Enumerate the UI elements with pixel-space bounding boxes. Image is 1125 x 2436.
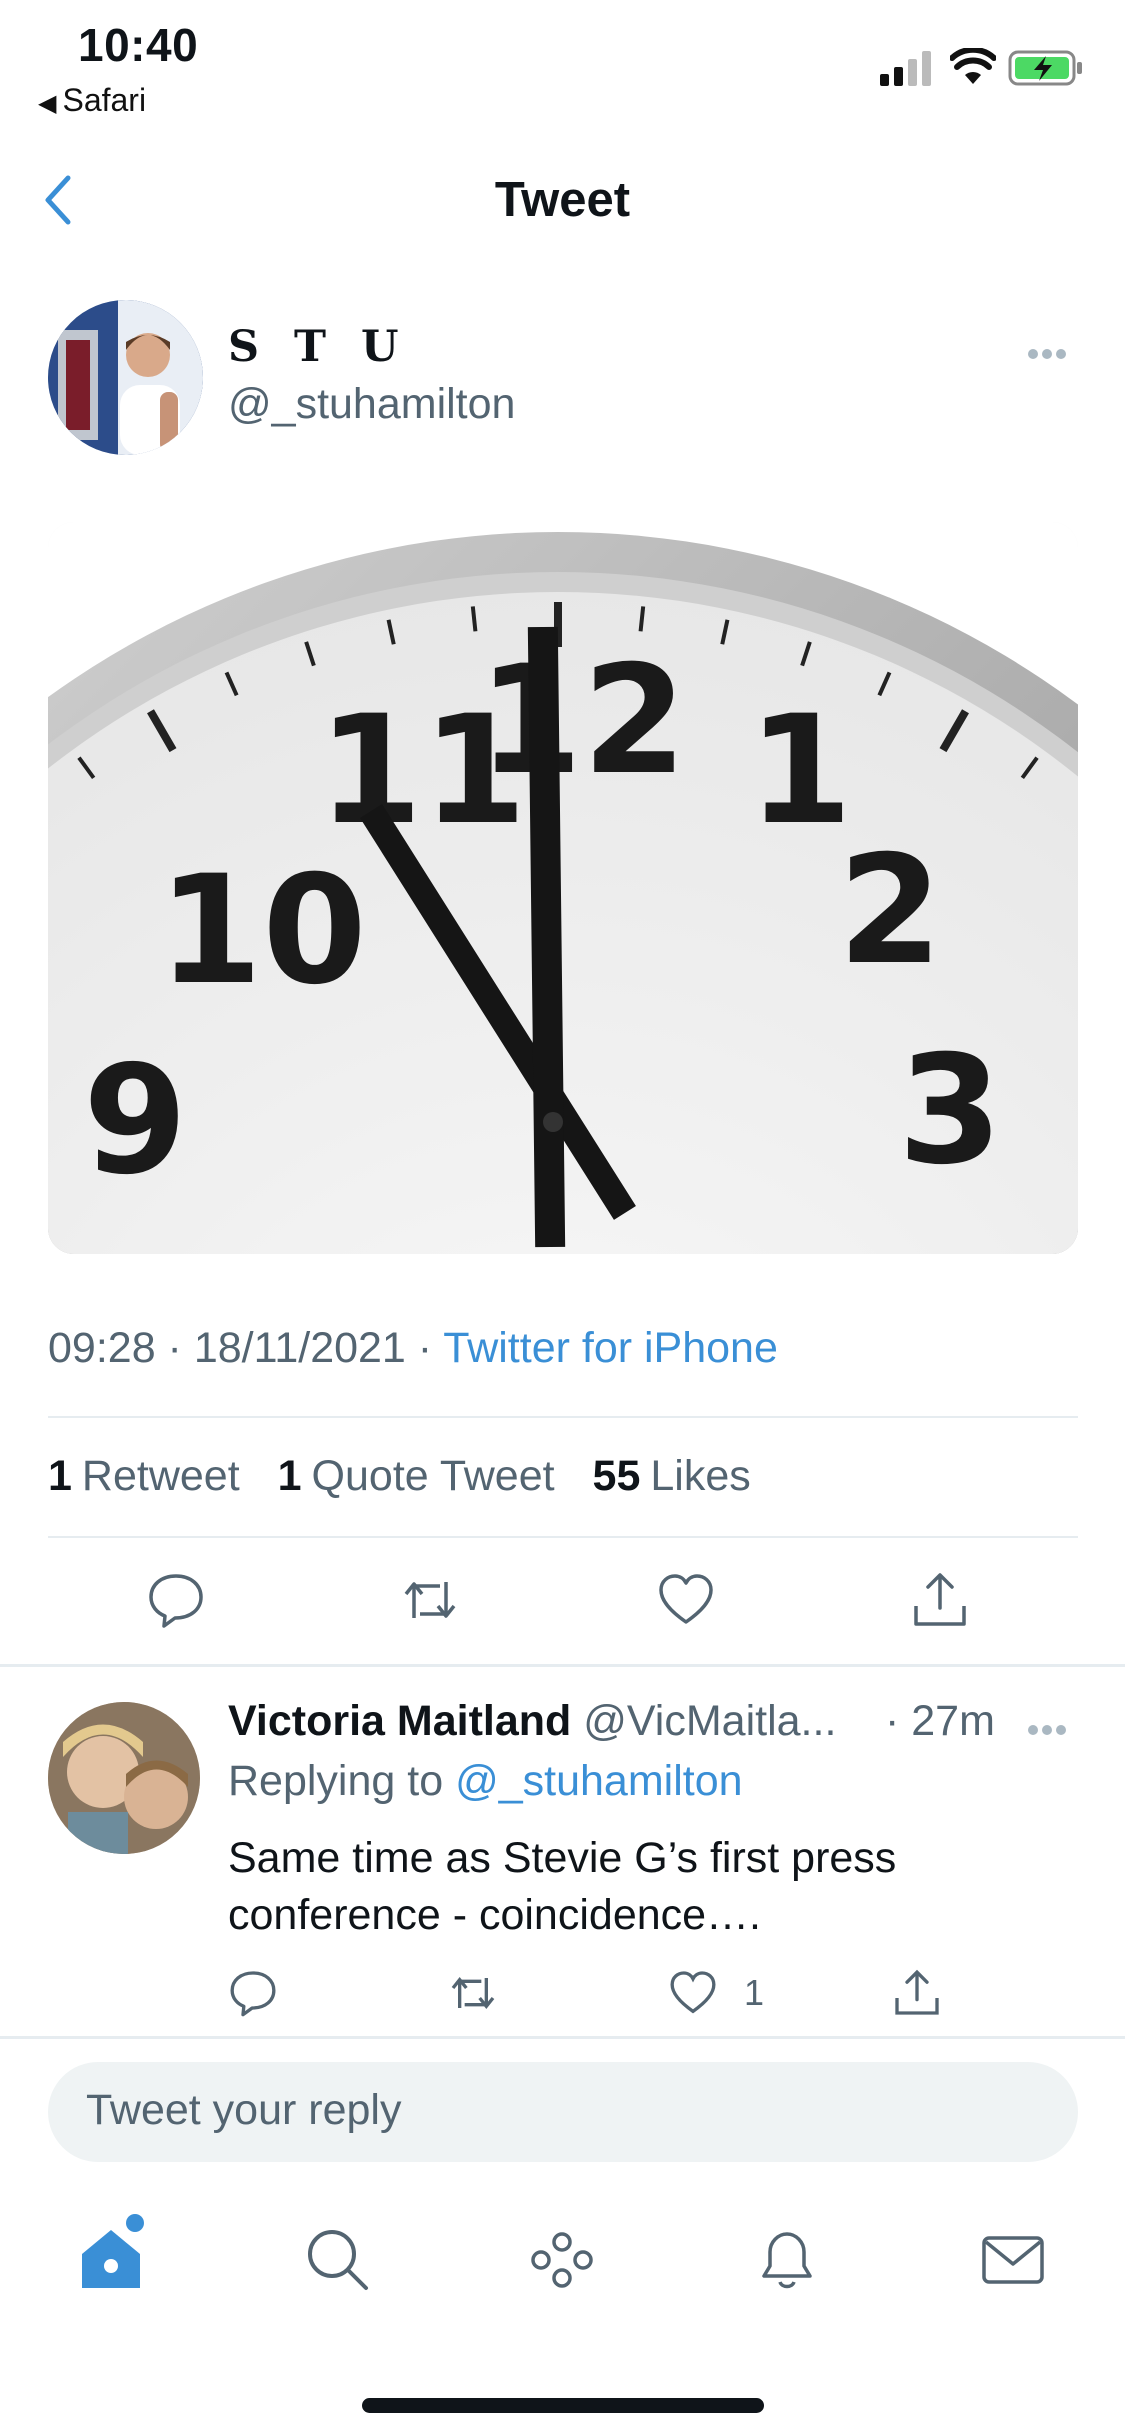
svg-text:11: 11 <box>318 684 527 858</box>
tweet-source-link[interactable]: Twitter for iPhone <box>443 1324 778 1372</box>
retweets-label: Retweet <box>81 1452 240 1500</box>
reply-reply-icon[interactable] <box>228 1968 278 2018</box>
home-new-content-dot <box>126 2214 144 2232</box>
wifi-icon <box>950 48 996 84</box>
quote-tweets-label: Quote Tweet <box>311 1452 555 1500</box>
spaces-icon[interactable] <box>527 2224 597 2294</box>
divider <box>48 1536 1078 1538</box>
page-title: Tweet <box>494 173 631 227</box>
search-icon[interactable] <box>302 2224 372 2294</box>
cellular-signal-icon <box>880 51 931 86</box>
minute-tick <box>638 606 646 632</box>
reply-share-icon[interactable] <box>892 1968 942 2018</box>
replying-to-mention[interactable]: @_stuhamilton <box>455 1757 742 1805</box>
likes-stat[interactable]: 55 Likes <box>593 1452 751 1500</box>
svg-text:10: 10 <box>158 844 367 1018</box>
tweet-timestamp: 09:28 · 18/11/2021 · Twitter for iPhone <box>48 1324 778 1372</box>
divider <box>48 1416 1078 1418</box>
reply-timestamp: · 27m <box>885 1697 995 1745</box>
share-icon[interactable] <box>910 1570 970 1630</box>
svg-text:2: 2 <box>838 824 942 998</box>
messages-icon[interactable] <box>978 2224 1048 2294</box>
reply-like-heart-icon[interactable] <box>668 1968 718 2018</box>
author-display-name[interactable]: S T U <box>228 322 409 372</box>
svg-text:1: 1 <box>748 684 852 858</box>
reply-author-handle[interactable]: @VicMaitla... <box>583 1697 836 1745</box>
reply-text: Same time as Stevie G’s first press conf… <box>228 1834 897 1939</box>
tweet-time: 09:28 <box>48 1324 156 1372</box>
svg-text:3: 3 <box>898 1024 1002 1198</box>
tweet-reply-placeholder: Tweet your reply <box>86 2086 402 2134</box>
back-triangle-icon: ◀ <box>38 90 57 117</box>
author-handle[interactable]: @_stuhamilton <box>228 380 515 429</box>
reply-like-count: 1 <box>744 1972 765 2013</box>
reply-more-options-icon[interactable] <box>1028 1722 1074 1736</box>
status-time: 10:40 <box>78 19 199 71</box>
replying-prefix: Replying to <box>228 1757 444 1805</box>
retweet-icon[interactable] <box>400 1570 460 1630</box>
reply-author-avatar[interactable] <box>48 1702 200 1854</box>
reply-retweet-icon[interactable] <box>448 1968 498 2018</box>
reply-author-name[interactable]: Victoria Maitland <box>228 1697 571 1745</box>
svg-text:9: 9 <box>83 1034 187 1208</box>
reply-header: Victoria Maitland @VicMaitla... <box>228 1697 836 1746</box>
tweet-date: 18/11/2021 <box>193 1324 406 1372</box>
quote-tweets-stat[interactable]: 1 Quote Tweet <box>278 1452 555 1500</box>
replying-to: Replying to @_stuhamilton <box>228 1757 743 1806</box>
likes-label: Likes <box>650 1452 751 1500</box>
home-icon[interactable] <box>76 2224 146 2294</box>
divider <box>0 2036 1125 2039</box>
tweet-stats: 1 Retweet 1 Quote Tweet 55 Likes <box>48 1452 777 1501</box>
tweet-media-clock-photo[interactable]: 12 1 2 3 11 10 9 <box>48 522 1078 1254</box>
notifications-icon[interactable] <box>752 2224 822 2294</box>
more-options-icon[interactable] <box>1028 346 1074 360</box>
minute-tick <box>470 606 478 632</box>
divider <box>0 1664 1125 1667</box>
home-indicator[interactable] <box>362 2398 764 2413</box>
like-heart-icon[interactable] <box>656 1570 716 1630</box>
battery-charging-icon <box>1008 50 1082 86</box>
likes-count: 55 <box>592 1452 641 1500</box>
retweets-stat[interactable]: 1 Retweet <box>48 1452 240 1500</box>
author-avatar[interactable] <box>48 300 203 455</box>
quote-tweets-count: 1 <box>277 1452 302 1500</box>
reply-icon[interactable] <box>146 1570 206 1630</box>
retweets-count: 1 <box>48 1452 72 1500</box>
back-app-label: Safari <box>62 82 147 118</box>
back-to-safari[interactable]: ◀ Safari <box>38 82 146 119</box>
